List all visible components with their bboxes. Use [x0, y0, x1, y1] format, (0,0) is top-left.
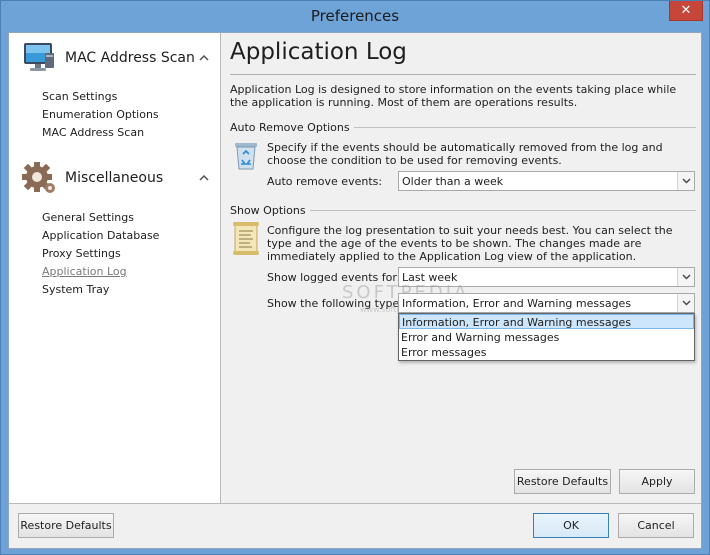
nav-item-scan-settings[interactable]: Scan Settings — [42, 90, 117, 103]
nav-group-title: MAC Address Scan — [65, 50, 195, 66]
dropdown-option-info-error-warning[interactable]: Information, Error and Warning messages — [399, 314, 694, 329]
nav-group-mac-address-scan[interactable]: MAC Address Scan — [21, 39, 211, 79]
dropdown-option-error[interactable]: Error messages — [399, 345, 694, 360]
auto-remove-dropdown-button[interactable] — [677, 172, 694, 190]
window-title: Preferences — [310, 7, 400, 25]
chevron-down-icon — [682, 300, 691, 306]
section-label-auto-remove: Auto Remove Options — [230, 121, 354, 134]
log-document-icon — [233, 222, 259, 255]
auto-remove-label: Auto remove events: — [267, 175, 383, 188]
auto-remove-dropdown[interactable]: Older than a week — [398, 171, 695, 191]
event-types-dropdown[interactable]: Information, Error and Warning messages — [398, 293, 695, 313]
page-title: Application Log — [230, 39, 407, 65]
nav-item-enumeration-options[interactable]: Enumeration Options — [42, 108, 159, 121]
dropdown-option-error-warning[interactable]: Error and Warning messages — [399, 330, 694, 345]
recycle-bin-icon — [235, 143, 257, 170]
auto-remove-description: Specify if the events should be automati… — [267, 141, 663, 167]
event-types-value: Information, Error and Warning messages — [402, 297, 632, 310]
section-label-show-options: Show Options — [230, 204, 310, 217]
title-bar[interactable]: Preferences ✕ — [1, 1, 709, 32]
section-divider — [337, 127, 696, 128]
logged-events-dropdown-button[interactable] — [677, 268, 694, 286]
nav-item-application-log[interactable]: Application Log — [42, 265, 127, 278]
show-options-description: Configure the log presentation to suit y… — [267, 224, 673, 263]
chevron-down-icon — [682, 274, 691, 280]
close-button[interactable]: ✕ — [669, 1, 703, 21]
event-types-dropdown-list: Information, Error and Warning messages … — [398, 313, 695, 361]
chevron-down-icon — [682, 178, 691, 184]
nav-item-system-tray[interactable]: System Tray — [42, 283, 109, 296]
monitor-icon — [24, 43, 54, 71]
settings-content: Application Log Application Log is desig… — [222, 33, 701, 503]
nav-group-miscellaneous[interactable]: Miscellaneous — [21, 159, 211, 199]
nav-group-title: Miscellaneous — [65, 170, 164, 186]
nav-item-application-database[interactable]: Application Database — [42, 229, 159, 242]
restore-defaults-page-button[interactable]: Restore Defaults — [514, 469, 611, 494]
ok-button[interactable]: OK — [533, 513, 609, 538]
nav-item-proxy-settings[interactable]: Proxy Settings — [42, 247, 121, 260]
page-description: Application Log is designed to store inf… — [230, 83, 677, 109]
apply-button[interactable]: Apply — [619, 469, 695, 494]
preferences-nav: MAC Address Scan Scan Settings Enumerati… — [9, 33, 221, 503]
cancel-button[interactable]: Cancel — [618, 513, 694, 538]
section-divider — [306, 210, 696, 211]
dialog-footer: Restore Defaults OK Cancel — [9, 503, 701, 548]
nav-item-general-settings[interactable]: General Settings — [42, 211, 134, 224]
nav-item-mac-address-scan[interactable]: MAC Address Scan — [42, 126, 144, 139]
auto-remove-value: Older than a week — [402, 175, 504, 188]
event-types-label: Show the following types: — [267, 297, 409, 310]
gear-icon — [22, 162, 55, 193]
event-types-dropdown-button[interactable] — [677, 294, 694, 312]
chevron-up-icon[interactable] — [197, 51, 211, 65]
restore-defaults-button[interactable]: Restore Defaults — [18, 513, 114, 538]
preferences-window: Preferences ✕ MAC Address Scan Scan Sett… — [0, 0, 710, 555]
chevron-up-icon[interactable] — [197, 171, 211, 185]
title-divider — [230, 74, 696, 75]
dialog-client-area: MAC Address Scan Scan Settings Enumerati… — [8, 32, 702, 549]
